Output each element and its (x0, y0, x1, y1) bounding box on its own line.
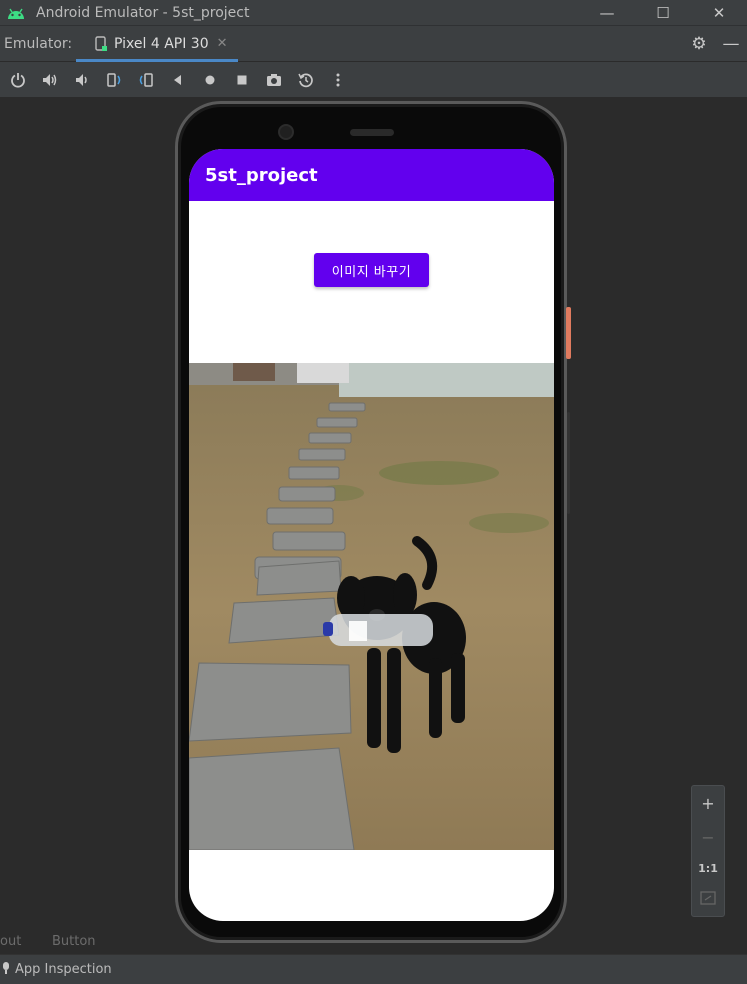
device-icon (95, 35, 107, 51)
bottom-tool-window-bar: App Inspection (0, 954, 747, 984)
zoom-in-button[interactable]: + (701, 794, 714, 813)
zoom-one-to-one-button[interactable]: 1:1 (698, 862, 718, 875)
volume-up-icon[interactable] (34, 65, 66, 95)
overview-icon[interactable] (226, 65, 258, 95)
screenshot-icon[interactable] (258, 65, 290, 95)
maximize-button[interactable]: ☐ (635, 4, 691, 22)
home-icon[interactable] (194, 65, 226, 95)
obscured-label-left: out (0, 934, 22, 949)
emulator-toolbar (0, 62, 747, 98)
power-icon[interactable] (2, 65, 34, 95)
power-side-button[interactable] (566, 307, 571, 359)
change-image-button[interactable]: 이미지 바꾸기 (314, 253, 429, 287)
tab-close-icon[interactable]: ✕ (217, 36, 228, 51)
dog-photo-image (189, 363, 554, 850)
emulator-tab-bar: Emulator: Pixel 4 API 30 ✕ ⚙ — (0, 25, 747, 62)
obscured-label-right: Button (52, 934, 96, 949)
device-screen[interactable]: 5st_project 이미지 바꾸기 (189, 149, 554, 921)
gear-icon[interactable]: ⚙ (683, 34, 715, 54)
hide-panel-button[interactable]: — (715, 34, 747, 54)
volume-side-button[interactable] (567, 412, 570, 514)
button-area: 이미지 바꾸기 (189, 201, 554, 363)
app-title: 5st_project (205, 164, 318, 186)
fit-screen-icon[interactable] (700, 890, 716, 909)
app-inspection-tab[interactable]: App Inspection (15, 962, 112, 977)
rotate-left-icon[interactable] (98, 65, 130, 95)
zoom-out-button[interactable]: − (701, 828, 714, 847)
zoom-controls: + − 1:1 (691, 785, 725, 917)
front-camera (278, 124, 294, 140)
layout-editor-remnant: out Button (0, 934, 747, 954)
rotate-right-icon[interactable] (130, 65, 162, 95)
app-bar: 5st_project (189, 149, 554, 201)
earpiece-speaker (350, 129, 394, 136)
snapshot-icon[interactable] (290, 65, 322, 95)
volume-down-icon[interactable] (66, 65, 98, 95)
device-frame: 5st_project 이미지 바꾸기 (175, 101, 571, 943)
tab-label: Pixel 4 API 30 (114, 35, 209, 52)
window-title: Android Emulator - 5st_project (36, 4, 250, 21)
android-icon (8, 8, 24, 19)
app-inspection-icon (2, 961, 12, 979)
emulator-viewport: 5st_project 이미지 바꾸기 + − 1:1 out Button (0, 98, 747, 954)
back-icon[interactable] (162, 65, 194, 95)
minimize-button[interactable]: — (579, 4, 635, 22)
emulator-label: Emulator: (4, 35, 73, 52)
close-button[interactable]: ✕ (691, 4, 747, 22)
more-icon[interactable] (322, 65, 354, 95)
tab-pixel-4-api-30[interactable]: Pixel 4 API 30 ✕ (76, 26, 238, 62)
window-title-bar: Android Emulator - 5st_project — ☐ ✕ (0, 0, 747, 25)
